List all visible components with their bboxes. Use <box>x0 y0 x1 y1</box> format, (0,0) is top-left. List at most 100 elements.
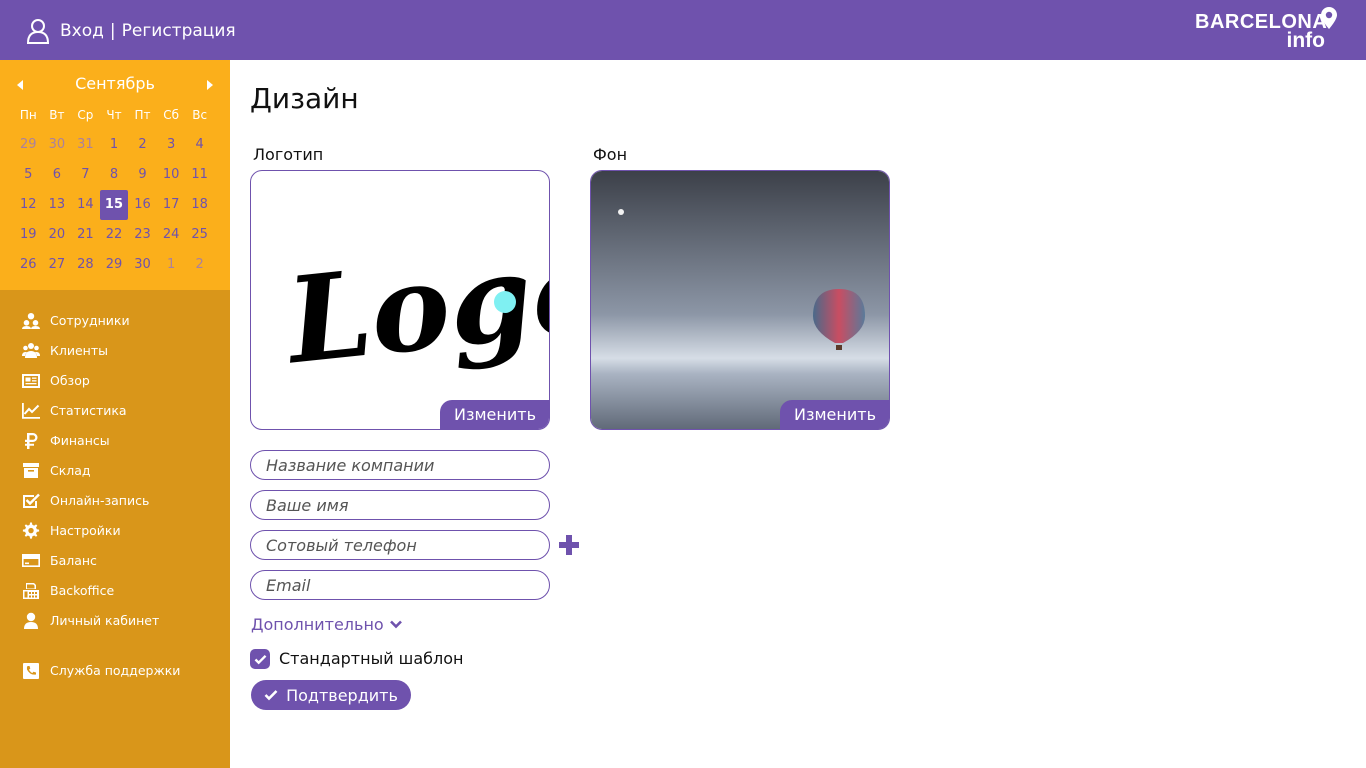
standard-template-checkbox[interactable] <box>250 649 270 669</box>
calendar-month: Сентябрь <box>75 74 155 93</box>
add-phone-plus-icon[interactable] <box>559 535 579 555</box>
calendar-day[interactable]: 29 <box>100 250 129 280</box>
additional-toggle[interactable]: Дополнительно <box>251 615 402 634</box>
calendar-day[interactable]: 21 <box>71 220 100 250</box>
sidebar-item-user[interactable]: Личный кабинет <box>0 605 230 635</box>
calendar-day[interactable]: 6 <box>43 160 72 190</box>
brand-logo[interactable]: BARCELONA info <box>1195 7 1337 53</box>
sidebar-item-employees[interactable]: Сотрудники <box>0 305 230 335</box>
calendar-day[interactable]: 31 <box>71 130 100 160</box>
calendar-day[interactable]: 17 <box>157 190 186 220</box>
chevron-down-icon <box>389 620 402 629</box>
menu-spacer <box>0 635 230 655</box>
sidebar-item-fax[interactable]: Backoffice <box>0 575 230 605</box>
your-name-input[interactable] <box>250 490 550 520</box>
next-month-arrow-icon[interactable] <box>207 80 213 90</box>
map-pin-icon <box>1321 7 1337 29</box>
sidebar-menu: Сотрудники Клиенты Обзор Статистика Финансы С… <box>0 305 230 685</box>
logo-label: Логотип <box>253 145 324 164</box>
background-card: Изменить <box>590 170 890 430</box>
sidebar-item-warehouse[interactable]: Склад <box>0 455 230 485</box>
sidebar-item-support[interactable]: Служба поддержки <box>0 655 230 685</box>
sidebar-item-overview[interactable]: Обзор <box>0 365 230 395</box>
sidebar: Сентябрь Пн Вт Ср Чт Пт Сб Вс 29 30 31 1 2 3 4 5 6 7 8 9 10… <box>0 60 230 768</box>
confirm-label: Подтвердить <box>286 685 398 705</box>
change-background-button[interactable]: Изменить <box>780 400 889 429</box>
email-input[interactable] <box>250 570 550 600</box>
warehouse-icon <box>21 462 40 479</box>
calendar-day[interactable]: 13 <box>43 190 72 220</box>
calendar-day[interactable]: 1 <box>157 250 186 280</box>
calendar-day[interactable]: 30 <box>128 250 157 280</box>
calendar-day[interactable]: 29 <box>14 130 43 160</box>
weekday-label: Чт <box>106 108 122 122</box>
calendar-day[interactable]: 9 <box>128 160 157 190</box>
calendar-day[interactable]: 5 <box>14 160 43 190</box>
login-link[interactable]: Вход <box>60 21 104 41</box>
calendar-day[interactable]: 26 <box>14 250 43 280</box>
calendar-day[interactable]: 2 <box>185 250 214 280</box>
calendar-day[interactable]: 23 <box>128 220 157 250</box>
change-logo-button[interactable]: Изменить <box>440 400 549 429</box>
sidebar-item-label: Служба поддержки <box>50 662 181 678</box>
calendar-day[interactable]: 12 <box>14 190 43 220</box>
mobile-phone-input[interactable] <box>250 530 550 560</box>
weekday-label: Ср <box>77 108 94 122</box>
calendar-day[interactable]: 16 <box>128 190 157 220</box>
calendar-day[interactable]: 14 <box>71 190 100 220</box>
calendar-day[interactable]: 4 <box>185 130 214 160</box>
sidebar-item-label: Склад <box>50 462 91 478</box>
sidebar-item-label: Финансы <box>50 432 110 448</box>
employees-icon <box>21 312 40 329</box>
sidebar-item-label: Клиенты <box>50 342 109 358</box>
calendar-day[interactable]: 20 <box>43 220 72 250</box>
calendar-day[interactable]: 27 <box>43 250 72 280</box>
sidebar-item-clients[interactable]: Клиенты <box>0 335 230 365</box>
ruble-icon <box>21 432 40 449</box>
calendar-day[interactable]: 15 <box>99 190 129 220</box>
calendar-header: Сентябрь <box>0 74 230 96</box>
sidebar-item-checkbox[interactable]: Онлайн-запись <box>0 485 230 515</box>
brand-suffix: info <box>1286 29 1325 52</box>
calendar-day[interactable]: 28 <box>71 250 100 280</box>
calendar-day[interactable]: 3 <box>157 130 186 160</box>
header-separator: | <box>109 21 116 41</box>
check-icon <box>254 654 266 664</box>
sidebar-item-statistics[interactable]: Статистика <box>0 395 230 425</box>
calendar-day[interactable]: 30 <box>43 130 72 160</box>
sidebar-item-ruble[interactable]: Финансы <box>0 425 230 455</box>
phone-icon <box>21 662 40 679</box>
logo-dot-icon <box>494 291 516 313</box>
calendar-day[interactable]: 1 <box>100 130 129 160</box>
background-label: Фон <box>593 145 628 164</box>
confirm-button[interactable]: Подтвердить <box>251 680 411 710</box>
calendar-day[interactable]: 18 <box>185 190 214 220</box>
calendar-day[interactable]: 24 <box>157 220 186 250</box>
calendar-day[interactable]: 10 <box>157 160 186 190</box>
calendar-grid: Пн Вт Ср Чт Пт Сб Вс 29 30 31 1 2 3 4 5 6 7 8 9 10 11 12 13 14 1… <box>14 100 214 280</box>
weekday-label: Пн <box>19 108 37 122</box>
sidebar-item-label: Backoffice <box>50 582 115 598</box>
calendar-day[interactable]: 8 <box>100 160 129 190</box>
calendar-day[interactable]: 22 <box>100 220 129 250</box>
sidebar-item-gear[interactable]: Настройки <box>0 515 230 545</box>
calendar: Сентябрь Пн Вт Ср Чт Пт Сб Вс 29 30 31 1 2 3 4 5 6 7 8 9 10… <box>0 60 230 290</box>
calendar-day[interactable]: 11 <box>185 160 214 190</box>
logo-image: Logo <box>278 218 549 390</box>
calendar-day[interactable]: 19 <box>14 220 43 250</box>
sidebar-item-label: Обзор <box>50 372 90 388</box>
sidebar-item-label: Личный кабинет <box>50 612 160 628</box>
register-link[interactable]: Регистрация <box>122 21 236 41</box>
user-outline-icon <box>26 19 50 44</box>
calendar-day[interactable]: 2 <box>128 130 157 160</box>
clients-icon <box>21 342 40 359</box>
calendar-day[interactable]: 25 <box>185 220 214 250</box>
calendar-day[interactable]: 7 <box>71 160 100 190</box>
login-area: Вход | Регистрация <box>26 17 236 45</box>
sidebar-item-credit-card[interactable]: Баланс <box>0 545 230 575</box>
company-name-input[interactable] <box>250 450 550 480</box>
logo-card: Logo Изменить <box>250 170 550 430</box>
check-icon <box>264 690 278 701</box>
statistics-icon <box>21 402 40 419</box>
standard-template-label: Стандартный шаблон <box>279 649 464 668</box>
